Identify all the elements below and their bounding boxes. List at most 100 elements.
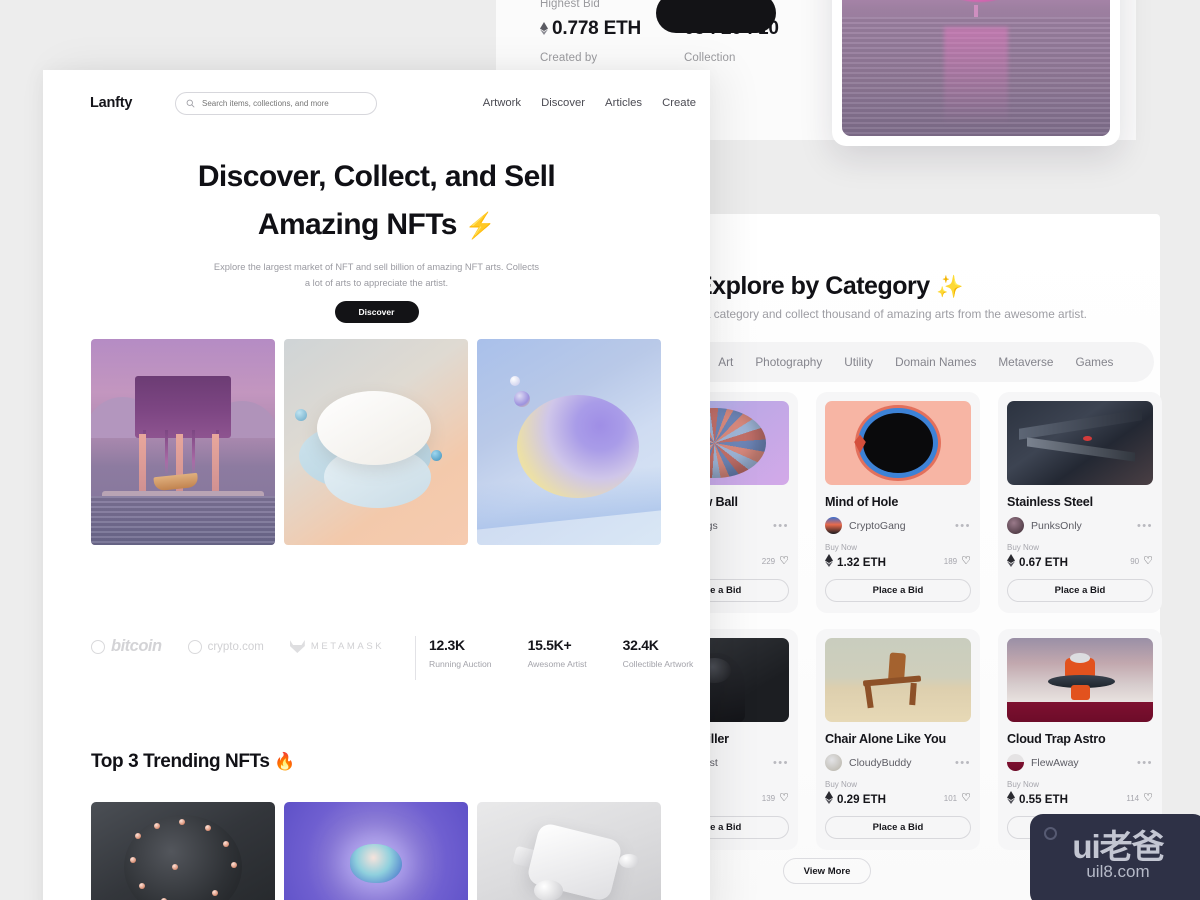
nft-price: 0.67 ETH — [1007, 554, 1068, 569]
buy-now-label: Buy Now — [1007, 543, 1040, 552]
trending-card[interactable]: Black Grid Earth — [91, 802, 275, 900]
heart-icon[interactable]: ♡ — [1143, 793, 1153, 804]
place-a-bid-button[interactable]: Place a Bid — [825, 816, 971, 839]
nft-likes[interactable]: 229 ♡ — [762, 556, 789, 567]
nft-thumbnail — [825, 638, 971, 722]
watermark-logo: ui老爸 — [1072, 828, 1164, 865]
sphere-shape — [534, 880, 564, 900]
nft-price-row: 0.29 ETH 101 ♡ — [825, 791, 971, 806]
heart-icon[interactable]: ♡ — [779, 793, 789, 804]
nft-likes[interactable]: 90 ♡ — [1130, 556, 1153, 567]
brand-logo[interactable]: Lanfty — [90, 95, 133, 111]
trending-thumb-1 — [91, 802, 275, 900]
more-options-icon[interactable]: ••• — [1137, 520, 1153, 531]
nft-price-row: 1.32 ETH 189 ♡ — [825, 554, 971, 569]
trending-thumb-3 — [477, 802, 661, 900]
sphere-shape — [618, 854, 639, 869]
more-options-icon[interactable]: ••• — [773, 520, 789, 531]
nft-price: 0.29 ETH — [825, 791, 886, 806]
tree-crown-shape — [928, 0, 1024, 2]
bead-shape — [138, 882, 145, 889]
hero-discover-button[interactable]: Discover — [334, 301, 419, 323]
nft-card[interactable]: Mind of Hole CryptoGang ••• Buy Now 1.32 ETH… — [816, 392, 980, 613]
nft-likes[interactable]: 114 ♡ — [1126, 793, 1153, 804]
search-input[interactable] — [202, 99, 362, 108]
fire-icon: 🔥 — [274, 752, 296, 771]
category-item-games[interactable]: Games — [1064, 355, 1124, 369]
nav-link-discover[interactable]: Discover — [541, 97, 585, 109]
trending-card[interactable]: Iron Magic Cube — [477, 802, 661, 900]
hero-subtitle-line2: a lot of arts to appreciate the artist. — [304, 278, 449, 289]
search-box[interactable] — [175, 92, 377, 115]
stats-divider — [415, 636, 416, 680]
screenshot-stage: Highest Bid 0.778 ETH End In 05 : 20 : 1… — [0, 0, 1200, 900]
nft-title: Mind of Hole — [825, 495, 899, 509]
nft-price-row: 0.55 ETH 114 ♡ — [1007, 791, 1153, 806]
category-item-art[interactable]: Art — [707, 355, 744, 369]
heart-icon[interactable]: ♡ — [779, 556, 789, 567]
nft-thumbnail — [1007, 401, 1153, 485]
ethereum-icon — [540, 22, 548, 35]
avatar — [1007, 754, 1024, 771]
more-options-icon[interactable]: ••• — [955, 520, 971, 531]
nft-likes[interactable]: 189 ♡ — [944, 556, 971, 567]
nft-card[interactable]: Stainless Steel PunksOnly ••• Buy Now 0.67 E… — [998, 392, 1162, 613]
hero-artwork-1[interactable] — [91, 339, 275, 545]
search-icon — [186, 99, 195, 108]
trending-card[interactable]: Glowing Brain — [284, 802, 468, 900]
hero-heading: Discover, Collect, and Sell Amazing NFTs… — [43, 153, 710, 249]
nav-link-artwork[interactable]: Artwork — [483, 97, 521, 109]
landing-page-screen: Lanfty Artwork Discover Articles Create … — [43, 70, 710, 900]
nft-likes[interactable]: 101 ♡ — [944, 793, 971, 804]
detail-primary-button[interactable] — [656, 0, 776, 33]
heart-icon[interactable]: ♡ — [1143, 556, 1153, 567]
heart-icon[interactable]: ♡ — [961, 556, 971, 567]
place-a-bid-button[interactable]: Place a Bid — [825, 579, 971, 602]
explore-title: Explore by Category ✨ — [696, 272, 963, 300]
view-more-button[interactable]: View More — [783, 858, 871, 884]
pillar-shape — [212, 433, 220, 496]
ethereum-icon — [1007, 554, 1015, 567]
more-options-icon[interactable]: ••• — [1137, 757, 1153, 768]
category-item-domain-names[interactable]: Domain Names — [884, 355, 987, 369]
hero-subtitle: Explore the largest market of NFT and se… — [43, 259, 710, 292]
nft-creator-row: FlewAway ••• — [1007, 754, 1153, 771]
nft-creator-name: FlewAway — [1031, 756, 1079, 769]
nav-links: Artwork Discover Articles Create — [483, 97, 696, 109]
watermark-badge: ui老爸 uil8.com — [1030, 814, 1200, 900]
hero-subtitle-line1: Explore the largest market of NFT and se… — [213, 262, 540, 272]
pillar-shape — [138, 433, 146, 496]
nft-creator-name: CloudyBuddy — [849, 756, 912, 769]
bead-shape — [153, 822, 160, 829]
buy-now-label: Buy Now — [825, 780, 858, 789]
bead-shape — [230, 861, 237, 868]
category-item-utility[interactable]: Utility — [833, 355, 884, 369]
nav-link-create[interactable]: Create — [662, 97, 696, 109]
category-item-metaverse[interactable]: Metaverse — [987, 355, 1064, 369]
avatar — [825, 754, 842, 771]
featured-artwork-image — [842, 0, 1110, 136]
highest-bid-label: Highest Bid — [540, 0, 600, 10]
more-options-icon[interactable]: ••• — [955, 757, 971, 768]
category-item-photography[interactable]: Photography — [744, 355, 833, 369]
stats-row: 12.3K Running Auction 15.5K+ Awesome Art… — [429, 637, 693, 669]
heart-icon[interactable]: ♡ — [961, 793, 971, 804]
top-navigation-bar: Lanfty Artwork Discover Articles Create — [43, 70, 710, 138]
hero-artwork-2[interactable] — [284, 339, 468, 545]
highest-bid-block: Highest Bid 0.778 ETH — [540, 0, 641, 40]
nft-card[interactable]: Chair Alone Like You CloudyBuddy ••• Buy No… — [816, 629, 980, 850]
orb-shape — [517, 394, 639, 498]
more-options-icon[interactable]: ••• — [773, 757, 789, 768]
bubble-shape — [513, 390, 530, 407]
nft-title: Chair Alone Like You — [825, 732, 947, 746]
category-filter-bar[interactable]: All ItemsArtPhotographyUtilityDomain Nam… — [640, 342, 1154, 382]
nft-likes[interactable]: 139 ♡ — [762, 793, 789, 804]
water-shape — [91, 495, 275, 545]
nav-link-articles[interactable]: Articles — [605, 97, 642, 109]
sparkles-icon: ✨ — [936, 274, 963, 299]
hero-artwork-3[interactable] — [477, 339, 661, 545]
featured-artwork-card[interactable] — [832, 0, 1120, 146]
place-a-bid-button[interactable]: Place a Bid — [1007, 579, 1153, 602]
bubble-shape — [510, 376, 521, 387]
partner-metamask: METAMASK — [289, 640, 384, 653]
